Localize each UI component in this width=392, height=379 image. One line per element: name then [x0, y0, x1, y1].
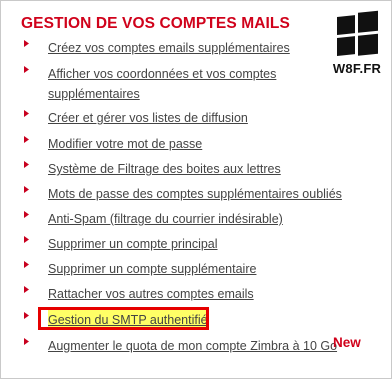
- bullet-arrow-icon: [24, 161, 29, 168]
- highlight-box: [38, 307, 209, 330]
- section-title: GESTION DE VOS COMPTES MAILS: [21, 15, 290, 32]
- logo-text: W8F.FR: [332, 61, 382, 76]
- bullet-arrow-icon: [24, 312, 29, 319]
- bullet-arrow-icon: [24, 136, 29, 143]
- link-show-accounts[interactable]: Afficher vos coordonnées et vos comptes …: [48, 64, 308, 104]
- bullet-arrow-icon: [24, 110, 29, 117]
- site-logo: W8F.FR: [327, 7, 387, 79]
- bullet-arrow-icon: [24, 236, 29, 243]
- link-change-password[interactable]: Modifier votre mot de passe: [48, 134, 202, 154]
- link-create-accounts[interactable]: Créez vos comptes emails supplémentaires: [48, 38, 290, 58]
- bullet-arrow-icon: [24, 66, 29, 73]
- new-badge: New: [333, 335, 361, 350]
- mail-accounts-panel: GESTION DE VOS COMPTES MAILS W8F.FR Crée…: [0, 0, 392, 379]
- link-delete-extra-account[interactable]: Supprimer un compte supplémentaire: [48, 259, 256, 279]
- link-mailing-lists[interactable]: Créer et gérer vos listes de diffusion: [48, 108, 248, 128]
- link-attach-accounts[interactable]: Rattacher vos autres comptes emails: [48, 284, 254, 304]
- bullet-arrow-icon: [24, 211, 29, 218]
- bullet-arrow-icon: [24, 286, 29, 293]
- link-forgotten-passwords[interactable]: Mots de passe des comptes supplémentaire…: [48, 184, 342, 204]
- bullet-arrow-icon: [24, 261, 29, 268]
- link-anti-spam[interactable]: Anti-Spam (filtrage du courrier indésira…: [48, 209, 283, 229]
- bullet-arrow-icon: [24, 186, 29, 193]
- link-filtering[interactable]: Système de Filtrage des boites aux lettr…: [48, 159, 281, 179]
- windows-logo-icon: [337, 10, 378, 56]
- bullet-arrow-icon: [24, 40, 29, 47]
- link-zimbra-quota[interactable]: Augmenter le quota de mon compte Zimbra …: [48, 336, 337, 356]
- bullet-arrow-icon: [24, 338, 29, 345]
- link-delete-main-account[interactable]: Supprimer un compte principal: [48, 234, 218, 254]
